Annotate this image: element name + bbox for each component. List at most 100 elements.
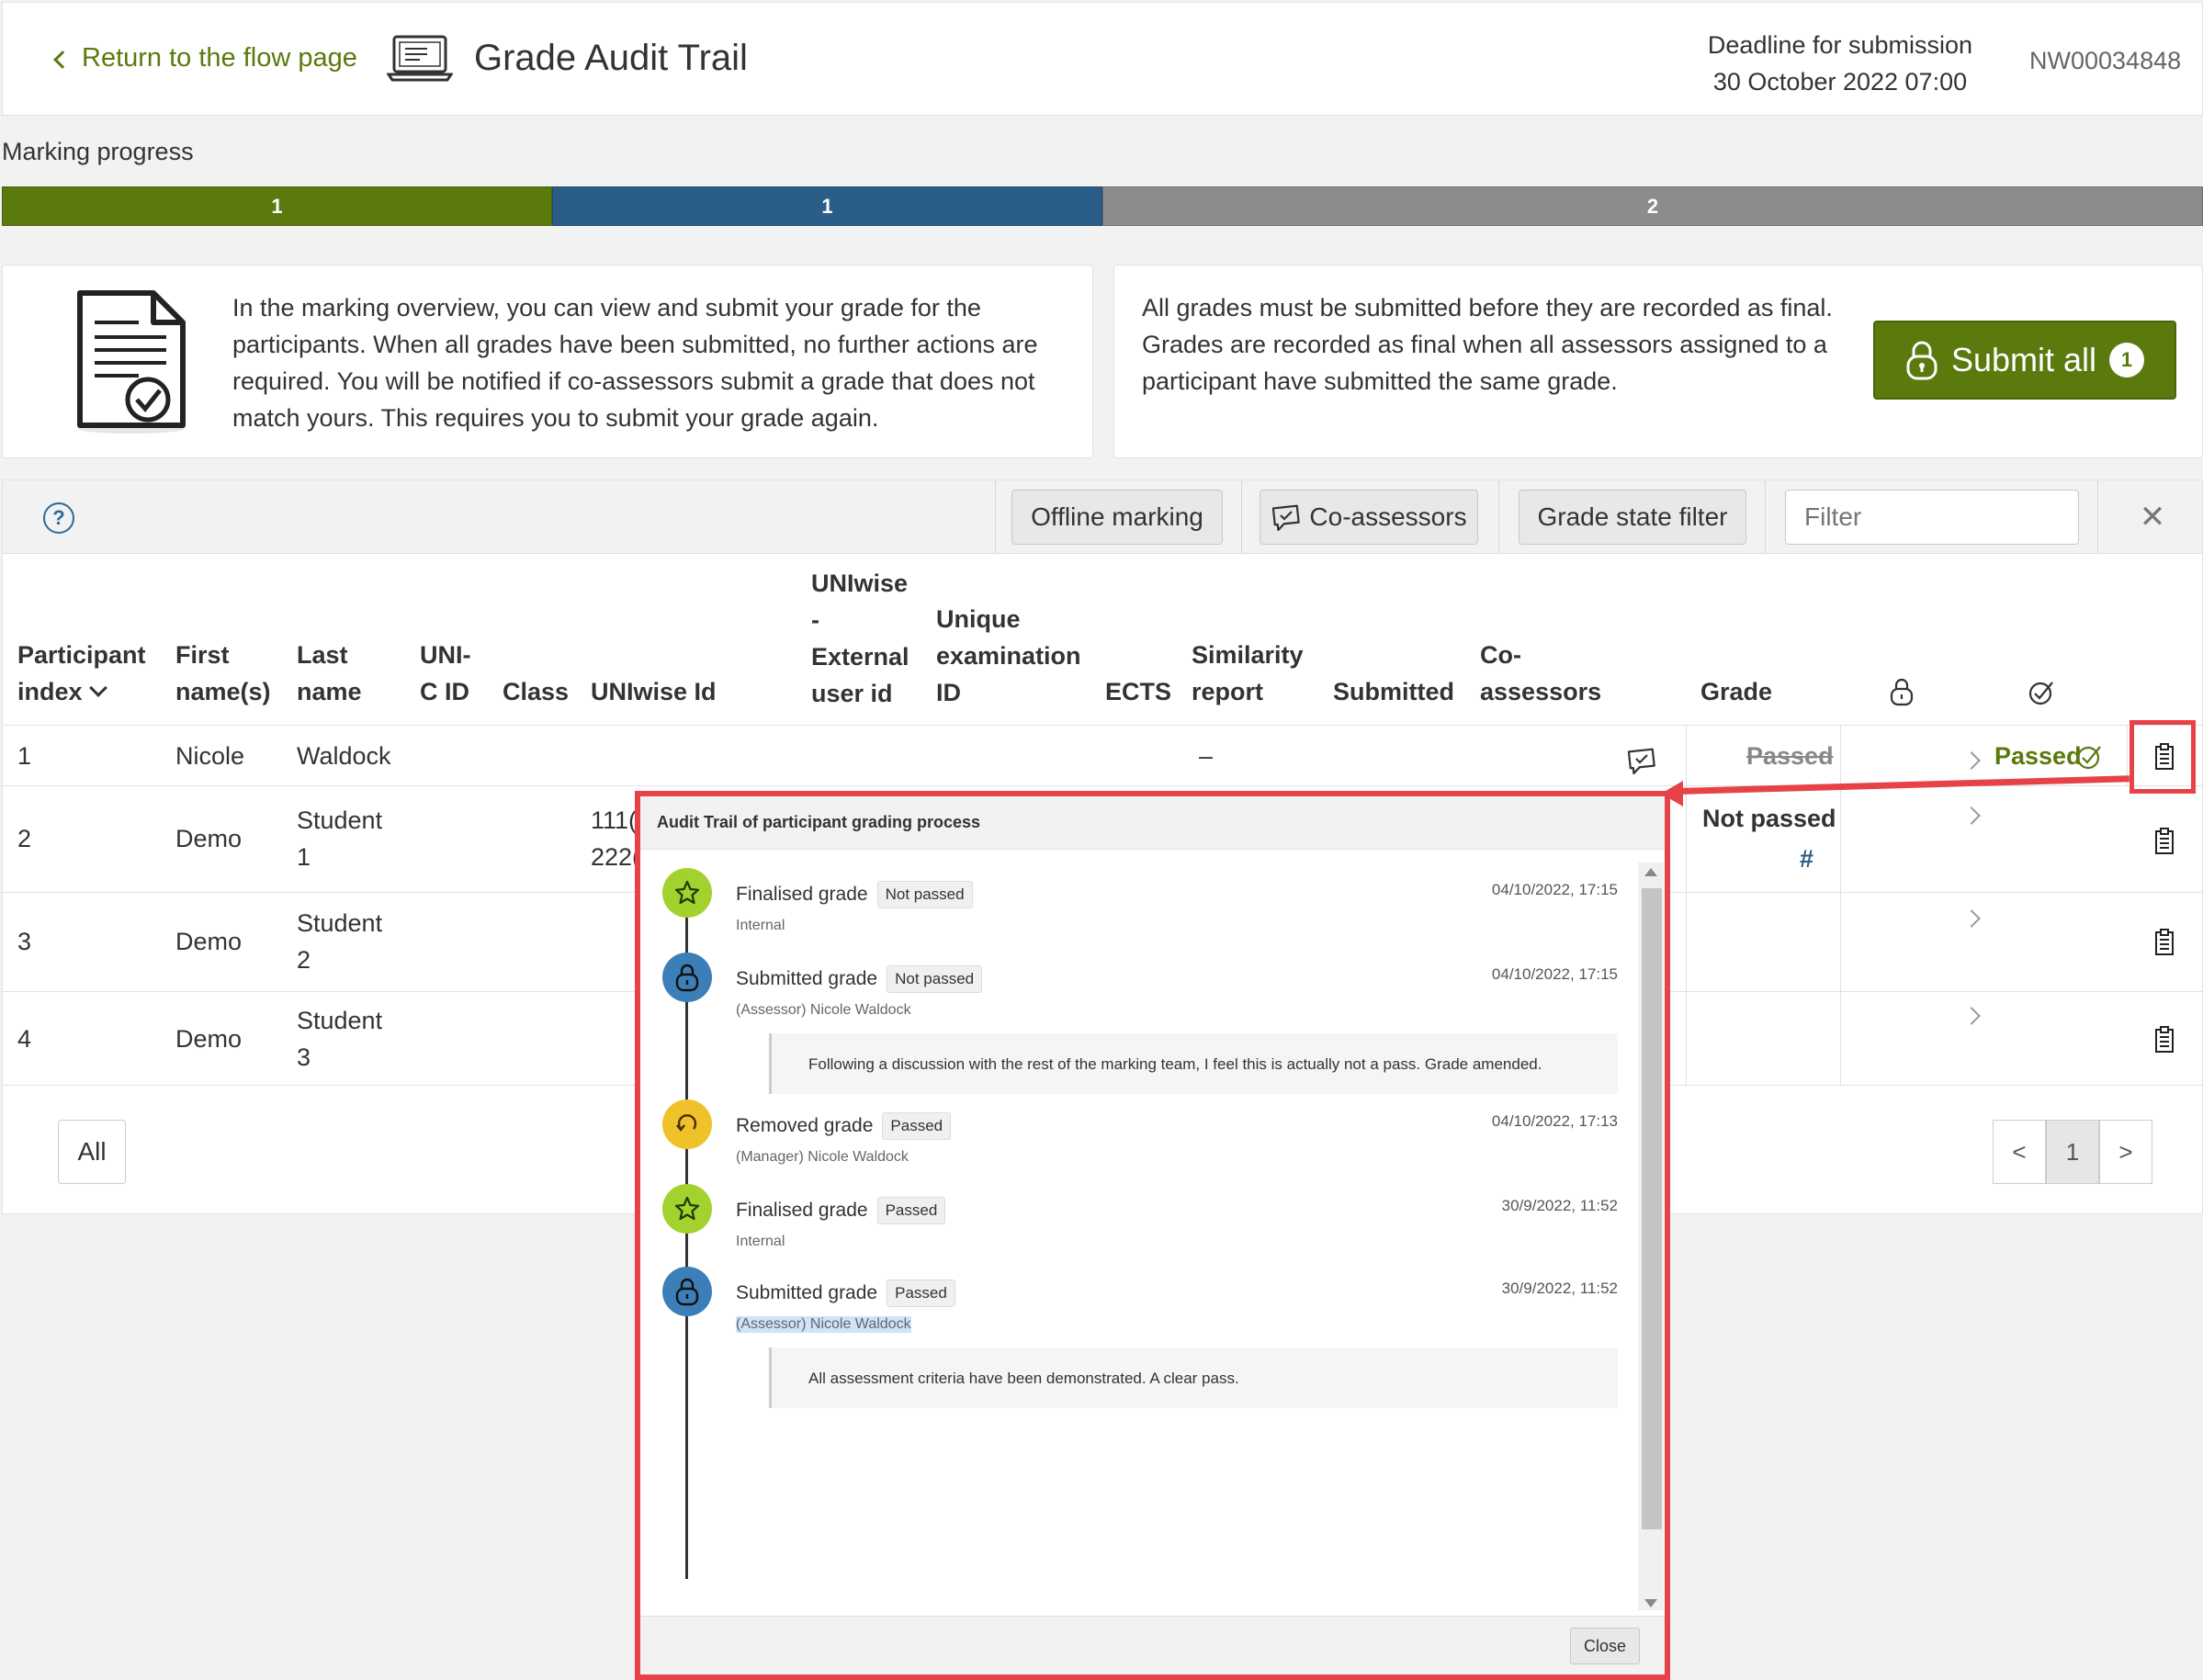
cell-last-name-line2: 3 [297, 1043, 311, 1071]
col-uniwise-id[interactable]: UNIwise Id [591, 673, 717, 710]
col-ects[interactable]: ECTS [1105, 673, 1171, 710]
prev-page-button[interactable]: < [1993, 1120, 2046, 1184]
cell-last-name-line2: 2 [297, 946, 311, 974]
col-external-user-id[interactable]: UNIwise - External user id [811, 565, 909, 712]
col-unique-exam-id[interactable]: Unique examination ID [936, 601, 1081, 711]
next-page-button[interactable]: > [2099, 1120, 2152, 1184]
return-to-flow-label: Return to the flow page [82, 43, 357, 73]
cell-last-name: Student [297, 1007, 383, 1034]
deadline-label: Deadline for submission [1707, 31, 1973, 59]
col-participant-index[interactable]: Participant index [17, 637, 146, 710]
deadline-value: 30 October 2022 07:00 [1712, 68, 1968, 96]
chevron-right-icon[interactable] [1962, 751, 1981, 770]
col-participant-index-line2: index [17, 678, 83, 705]
page-1-button[interactable]: 1 [2046, 1120, 2099, 1184]
event-date: 04/10/2022, 17:15 [1491, 881, 1618, 898]
cell-uniwise-id: 111( [591, 806, 638, 834]
col-uni-c-id[interactable]: UNI- C ID [420, 637, 471, 710]
col-unique-exam-id-line3: ID [936, 679, 961, 706]
page-header: Return to the flow page Grade Audit Trai… [2, 2, 2203, 116]
filter-input[interactable] [1785, 490, 2079, 545]
marking-progress-label: Marking progress [2, 138, 194, 165]
close-button[interactable]: Close [1570, 1628, 1640, 1664]
event-comment: All assessment criteria have been demons… [769, 1347, 1618, 1408]
final-check-column-icon [2028, 682, 2053, 705]
event-title-text: Finalised grade [736, 1200, 868, 1221]
marking-info-text: In the marking overview, you can view an… [232, 294, 1038, 432]
col-coassessors[interactable]: Co- assessors [1480, 637, 1601, 710]
scrollbar-thumb[interactable] [1642, 888, 1662, 1529]
col-external-user-id-line3: External [811, 643, 909, 671]
event-grade-tag: Not passed [876, 881, 973, 908]
event-title-text: Submitted grade [736, 968, 878, 989]
page-size-all-button[interactable]: All [58, 1120, 126, 1184]
cell-first-name: Demo [175, 1025, 243, 1053]
event-comment: Following a discussion with the rest of … [769, 1033, 1618, 1094]
grade-hash-link[interactable]: # [1800, 840, 1813, 877]
grade-state-filter-button[interactable]: Grade state filter [1519, 490, 1746, 545]
cell-index: 4 [17, 1025, 32, 1053]
star-icon [662, 1184, 712, 1234]
submit-info-panel: All grades must be submitted before they… [1113, 265, 2203, 458]
grade-col-divider [1686, 725, 1687, 1085]
col-similarity[interactable]: Similarity report [1192, 637, 1304, 710]
col-uni-c-id-line2: C ID [420, 678, 469, 705]
event-date: 04/10/2022, 17:15 [1491, 965, 1618, 983]
submit-all-button[interactable]: Submit all 1 [1873, 321, 2176, 400]
event-grade-tag: Passed [876, 1197, 946, 1224]
event-title-text: Submitted grade [736, 1282, 878, 1303]
col-submitted[interactable]: Submitted [1333, 673, 1454, 710]
audit-trail-modal: Audit Trail of participant grading proce… [635, 791, 1670, 1680]
event-actor: Internal [736, 1234, 785, 1249]
col-last-name-line2: name [297, 678, 362, 705]
lock-icon [662, 953, 712, 1002]
scroll-down-arrow[interactable] [1644, 1599, 1657, 1607]
progress-segment: 1 [2, 186, 552, 226]
chevron-right-icon[interactable] [1962, 806, 1981, 825]
clipboard-icon[interactable] [2154, 929, 2175, 956]
lock-icon [1906, 341, 1938, 380]
return-to-flow-link[interactable]: Return to the flow page [53, 43, 357, 73]
scroll-up-arrow[interactable] [1644, 868, 1657, 876]
event-date: 30/9/2022, 11:52 [1501, 1280, 1618, 1297]
col-last-name[interactable]: Last name [297, 637, 362, 710]
cell-grade: Not passed [1702, 805, 1836, 832]
table-toolbar: ? Offline marking Co-assessors Grade sta… [3, 480, 2202, 554]
cell-last-name: Student [297, 806, 383, 834]
co-assessors-label: Co-assessors [1309, 502, 1467, 531]
marking-progress-bar: 112 [2, 186, 2203, 226]
final-check-icon [2076, 746, 2101, 770]
cell-last-name-line2: 1 [297, 843, 311, 871]
clear-filter-icon[interactable]: ✕ [2134, 499, 2171, 536]
chevron-right-icon[interactable] [1962, 1007, 1981, 1025]
undo-icon [662, 1099, 712, 1149]
col-class[interactable]: Class [503, 673, 569, 710]
chevron-left-icon [53, 50, 72, 69]
event-title: Submitted grade Passed [736, 1280, 955, 1307]
col-participant-index-line1: Participant [17, 641, 146, 669]
clipboard-icon[interactable] [2154, 828, 2175, 855]
offline-marking-button[interactable]: Offline marking [1011, 490, 1223, 545]
col-external-user-id-line4: user id [811, 680, 893, 707]
cell-final-grade: Passed [1994, 742, 2082, 770]
col-first-name[interactable]: First name(s) [175, 637, 271, 710]
star-icon [662, 868, 712, 918]
event-title-text: Removed grade [736, 1115, 874, 1136]
deadline: Deadline for submission 30 October 2022 … [1684, 27, 1996, 100]
event-date: 04/10/2022, 17:13 [1491, 1112, 1618, 1130]
lock-icon [662, 1267, 712, 1316]
chevron-right-icon[interactable] [1962, 909, 1981, 928]
col-grade[interactable]: Grade [1700, 673, 1772, 710]
cell-last-name: Student [297, 909, 383, 937]
help-icon[interactable]: ? [43, 502, 74, 534]
chat-check-icon[interactable] [1625, 747, 1658, 774]
co-assessors-button[interactable]: Co-assessors [1260, 490, 1478, 545]
clipboard-icon[interactable] [2154, 1026, 2175, 1054]
event-actor: (Manager) Nicole Waldock [736, 1149, 909, 1165]
cell-first-name: Demo [175, 825, 243, 852]
marking-info-panel: In the marking overview, you can view an… [2, 265, 1093, 458]
toolbar-divider [1241, 480, 1242, 554]
page-title: Grade Audit Trail [474, 38, 748, 78]
progress-segment: 2 [1102, 186, 2203, 226]
cell-first-name: Nicole [175, 742, 245, 770]
